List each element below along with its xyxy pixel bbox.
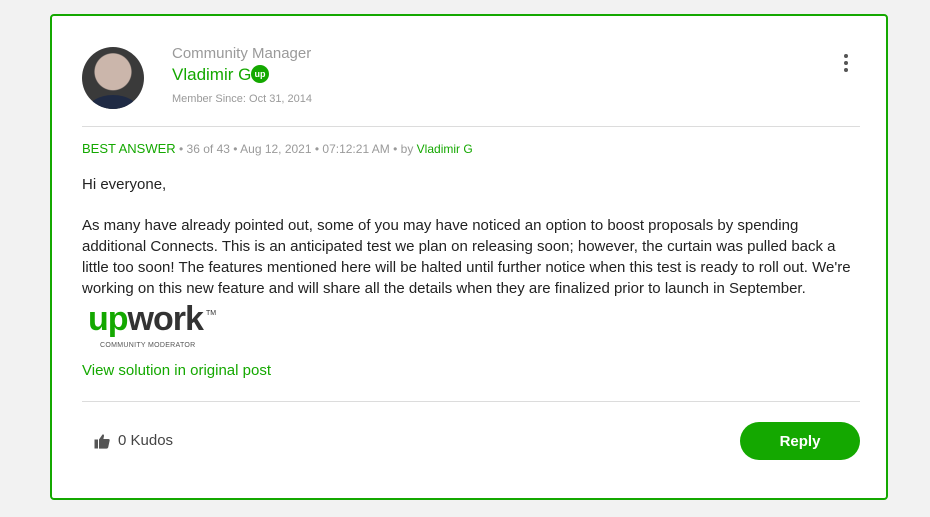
logo-tm: TM xyxy=(206,310,217,317)
author-name-link[interactable]: Vladimir G xyxy=(172,65,251,85)
upwork-community-moderator-logo: upwork TM COMMUNITY MODERATOR xyxy=(88,300,218,354)
post-meta: BEST ANSWER • 36 of 43 • Aug 12, 2021 • … xyxy=(82,141,473,156)
meta-author-link[interactable]: Vladimir G xyxy=(417,142,473,156)
footer-divider xyxy=(82,401,860,402)
post-meta-text: • 36 of 43 • Aug 12, 2021 • 07:12:21 AM … xyxy=(175,142,417,156)
member-since: Member Since: Oct 31, 2014 xyxy=(172,93,313,105)
avatar[interactable] xyxy=(82,47,144,109)
avatar-shoulders xyxy=(88,95,138,109)
logo-up: up xyxy=(88,300,129,338)
kudos-button[interactable]: 0 Kudos xyxy=(94,432,173,449)
header-divider xyxy=(82,126,860,127)
kebab-dot xyxy=(844,54,848,58)
kebab-dot xyxy=(844,61,848,65)
best-answer-label: BEST ANSWER xyxy=(82,141,176,156)
author-role: Community Manager xyxy=(172,45,312,62)
thumbs-up-icon xyxy=(94,433,110,449)
kebab-menu-icon[interactable] xyxy=(840,54,852,72)
kudos-count: 0 Kudos xyxy=(118,432,174,449)
post-body: As many have already pointed out, some o… xyxy=(82,217,851,297)
post-card: Community Manager Vladimir G up Member S… xyxy=(50,14,888,500)
kebab-dot xyxy=(844,68,848,72)
logo-subtitle: COMMUNITY MODERATOR xyxy=(100,342,196,349)
reply-button[interactable]: Reply xyxy=(740,422,860,460)
view-solution-link[interactable]: View solution in original post xyxy=(82,362,271,379)
logo-work: work xyxy=(127,300,204,338)
upwork-badge-icon: up xyxy=(251,65,269,83)
post-greeting: Hi everyone, xyxy=(82,176,167,193)
